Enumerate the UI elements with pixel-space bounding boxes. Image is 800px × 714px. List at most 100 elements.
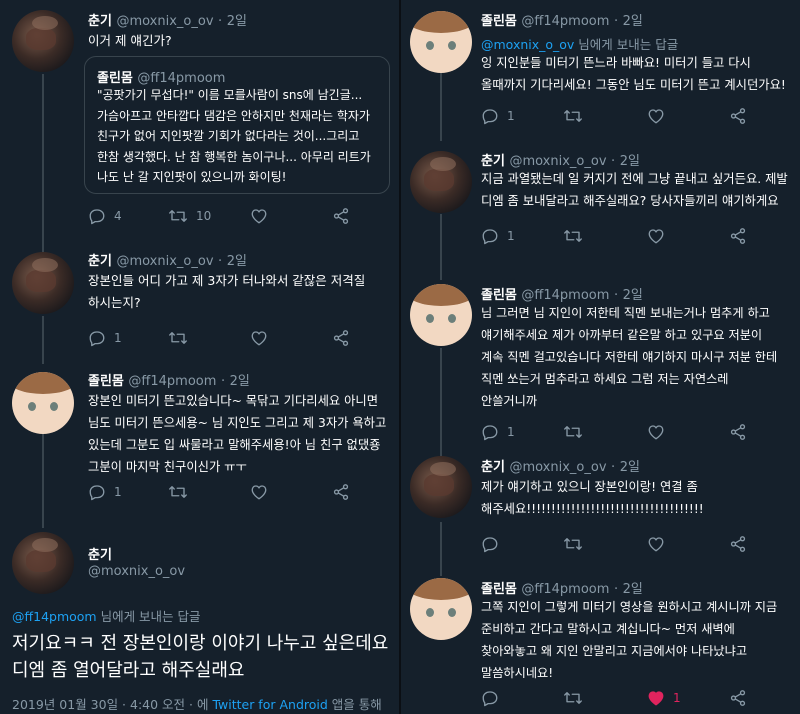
tweet[interactable]: 춘기 @moxnix_o_ov · 2일 이거 제 얘긴가? 졸린몸 @ff14…	[0, 0, 399, 240]
reply-count: 1	[114, 331, 122, 345]
tweet[interactable]: 춘기 @moxnix_o_ov · 2일 장본인들 어디 가고 제 3자가 터나…	[0, 240, 399, 360]
tweet-text: 제가 얘기하고 있으니 장본인이랑! 연결 좀 해주세요!!!!!!!!!!!!…	[481, 480, 704, 516]
retweet-button[interactable]: 10	[168, 206, 211, 226]
retweet-button[interactable]	[563, 226, 591, 246]
left-panel: 춘기 @moxnix_o_ov · 2일 이거 제 얘긴가? 졸린몸 @ff14…	[0, 0, 399, 714]
reply-icon	[482, 109, 498, 125]
tweet-actions: 1	[481, 226, 761, 246]
retweet-button[interactable]	[563, 688, 591, 708]
share-button[interactable]	[332, 328, 350, 348]
like-button[interactable]	[647, 534, 673, 554]
avatar[interactable]	[410, 284, 472, 346]
tweet-actions: 1	[88, 328, 368, 348]
user-name[interactable]: 춘기	[88, 254, 112, 269]
user-name[interactable]: 졸린몸	[88, 374, 124, 389]
tweet-text: 이거 제 얘긴가?	[88, 33, 172, 48]
user-handle[interactable]: @ff14pmoom	[128, 374, 216, 389]
main-tweet[interactable]: 춘기 @moxnix_o_ov @ff14pmoom 님에게 보내는 답글 저기…	[0, 520, 399, 714]
tweet[interactable]: 춘기 @moxnix_o_ov · 2일 제가 얘기하고 있으니 장본인이랑! …	[401, 446, 800, 564]
user-name[interactable]: 춘기	[481, 460, 505, 475]
retweet-button[interactable]	[168, 482, 196, 502]
share-button[interactable]	[332, 482, 350, 502]
reply-button[interactable]: 1	[481, 422, 515, 442]
tweet-time[interactable]: 2일	[620, 460, 640, 475]
share-button[interactable]	[332, 206, 350, 226]
main-tweet-text: 저기요ㅋㅋ 전 장본인이랑 이야기 나누고 싶은데요 디엠 좀 열어달라고 해주…	[12, 633, 389, 681]
like-button[interactable]	[647, 106, 673, 126]
tweet-header: 졸린몸 @ff14pmoom · 2일	[481, 582, 643, 597]
avatar[interactable]	[12, 532, 74, 594]
like-icon	[251, 209, 267, 224]
like-button[interactable]: 1	[647, 688, 681, 708]
quote-user-handle: @ff14pmoom	[137, 71, 226, 86]
user-handle[interactable]: @ff14pmoom	[521, 288, 609, 303]
retweet-icon	[564, 110, 582, 122]
avatar[interactable]	[12, 372, 74, 434]
tweet-time[interactable]: 2일	[230, 374, 250, 389]
tweet[interactable]: 졸린몸 @ff14pmoom · 2일 그쪽 지인이 그렇게 미터기 영상을 원…	[401, 570, 800, 714]
reply-to-mention[interactable]: @moxnix_o_ov	[481, 37, 574, 52]
avatar[interactable]	[12, 252, 74, 314]
tweet-time[interactable]: 2일	[623, 582, 643, 597]
retweet-icon	[169, 332, 187, 344]
retweet-button[interactable]	[563, 534, 591, 554]
avatar[interactable]	[410, 456, 472, 518]
user-name[interactable]: 졸린몸	[481, 288, 517, 303]
user-handle[interactable]: @moxnix_o_ov	[116, 14, 213, 29]
tweet-time[interactable]: 2일	[227, 14, 247, 29]
like-button[interactable]	[250, 328, 276, 348]
like-button[interactable]	[647, 422, 673, 442]
tweet-time[interactable]: 2일	[623, 288, 643, 303]
reply-button[interactable]: 1	[88, 482, 122, 502]
share-icon	[730, 690, 746, 706]
tweet[interactable]: 졸린몸 @ff14pmoom · 2일 장본인 미터기 뜬고있습니다~ 목닦고 …	[0, 360, 399, 520]
reply-button[interactable]: 4	[88, 206, 122, 226]
user-name[interactable]: 졸린몸	[481, 582, 517, 597]
footer-suffix: 앱을 통해	[327, 697, 382, 712]
user-handle[interactable]: @moxnix_o_ov	[509, 460, 606, 475]
avatar[interactable]	[410, 151, 472, 213]
like-button[interactable]	[647, 226, 673, 246]
user-handle[interactable]: @moxnix_o_ov	[509, 154, 606, 169]
tweet[interactable]: 졸린몸 @ff14pmoom · 2일 @moxnix_o_ov 님에게 보내는…	[401, 0, 800, 136]
tweet-time[interactable]: 2일	[227, 254, 247, 269]
reply-to-mention[interactable]: @ff14pmoom	[12, 609, 97, 624]
tweet-time[interactable]: 2일	[623, 14, 643, 29]
tweet-header: 춘기 @moxnix_o_ov · 2일	[88, 14, 247, 29]
avatar[interactable]	[12, 10, 74, 72]
share-button[interactable]	[729, 226, 747, 246]
tweet[interactable]: 졸린몸 @ff14pmoom · 2일 님 그러면 님 지인이 저한테 직멘 보…	[401, 276, 800, 446]
user-handle[interactable]: @ff14pmoom	[521, 582, 609, 597]
footer-app-link[interactable]: Twitter for Android	[212, 697, 327, 712]
user-name[interactable]: 춘기	[88, 14, 112, 29]
reply-button[interactable]	[481, 534, 507, 554]
user-name[interactable]: 졸린몸	[481, 14, 517, 29]
tweet[interactable]: 춘기 @moxnix_o_ov · 2일 지금 과열됐는데 일 커지기 전에 그…	[401, 140, 800, 276]
retweet-button[interactable]	[563, 106, 591, 126]
avatar[interactable]	[410, 578, 472, 640]
user-name[interactable]: 춘기	[481, 154, 505, 169]
main-user-handle[interactable]: @moxnix_o_ov	[88, 564, 185, 579]
like-button[interactable]	[250, 206, 276, 226]
quoted-tweet[interactable]: 졸린몸 @ff14pmoom "공팟가기 무섭다!" 이름 모를사람이 sns에…	[84, 56, 390, 194]
share-button[interactable]	[729, 534, 747, 554]
reply-button[interactable]: 1	[88, 328, 122, 348]
share-button[interactable]	[729, 688, 747, 708]
retweet-button[interactable]	[563, 422, 591, 442]
reply-icon	[89, 331, 105, 347]
reply-button[interactable]: 1	[481, 226, 515, 246]
retweet-button[interactable]	[168, 328, 196, 348]
reply-button[interactable]	[481, 688, 507, 708]
avatar[interactable]	[410, 11, 472, 73]
user-handle[interactable]: @moxnix_o_ov	[116, 254, 213, 269]
tweet-time[interactable]: 2일	[620, 154, 640, 169]
like-icon	[251, 331, 267, 346]
share-button[interactable]	[729, 106, 747, 126]
main-user-name[interactable]: 춘기	[88, 544, 112, 563]
like-icon	[648, 229, 664, 244]
user-handle[interactable]: @ff14pmoom	[521, 14, 609, 29]
share-button[interactable]	[729, 422, 747, 442]
tweet-actions	[481, 534, 761, 554]
reply-button[interactable]: 1	[481, 106, 515, 126]
like-button[interactable]	[250, 482, 276, 502]
